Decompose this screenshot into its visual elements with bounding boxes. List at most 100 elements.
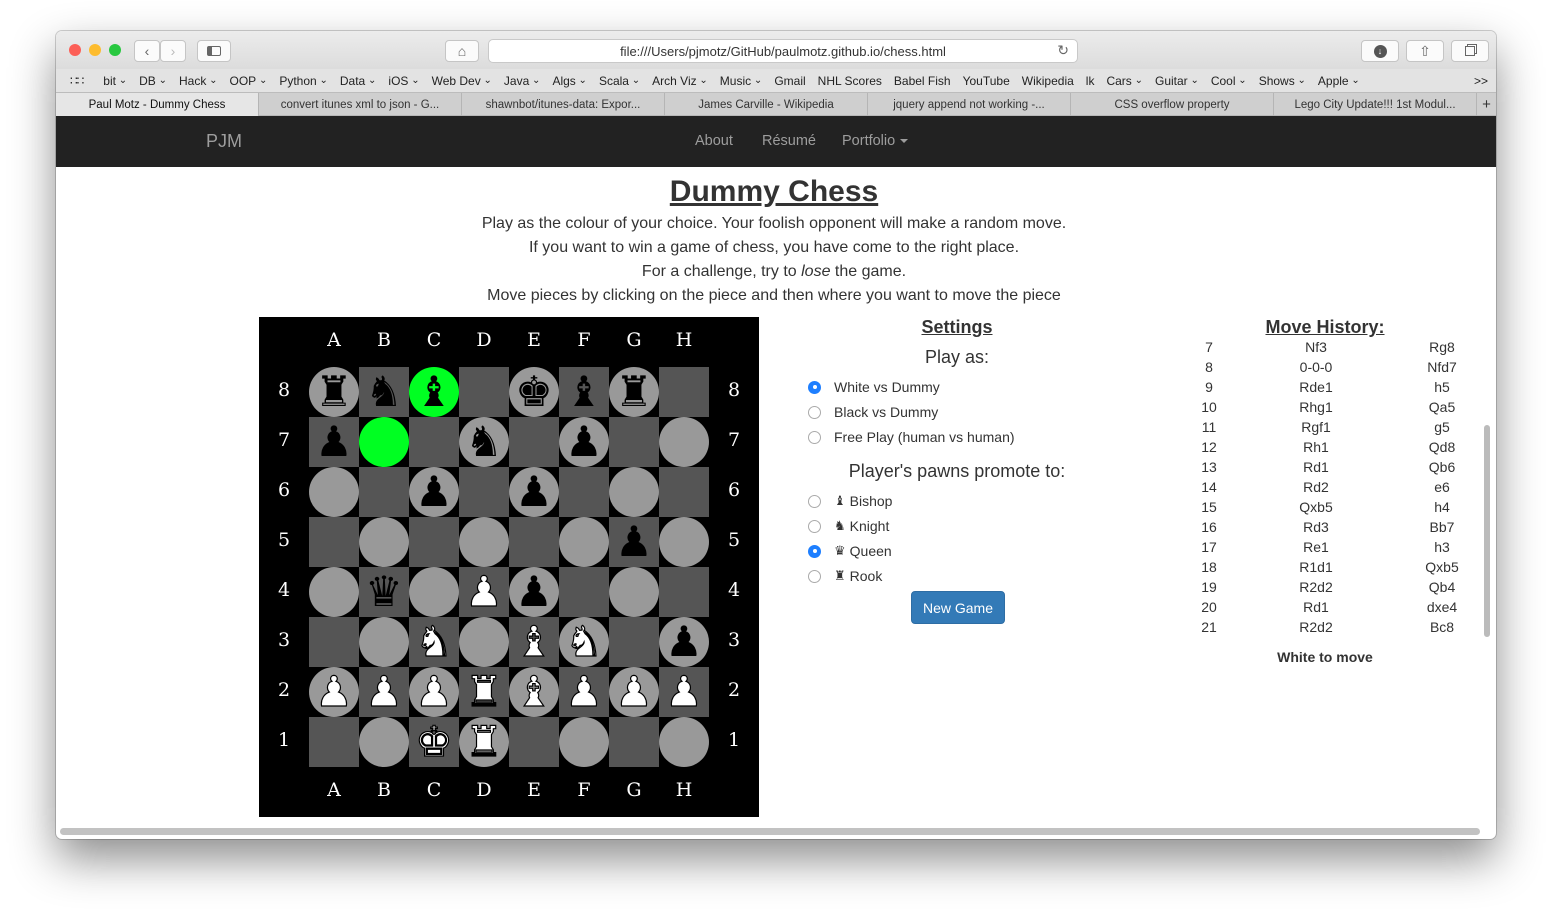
address-bar[interactable]: file:///Users/pjmotz/GitHub/paulmotz.git… (488, 39, 1078, 63)
play-as-option[interactable]: White vs Dummy (808, 379, 940, 395)
square-c6[interactable]: ♟ (409, 467, 459, 517)
square-h5[interactable] (659, 517, 709, 567)
bookmark-item[interactable]: Java (498, 74, 547, 88)
nav-resume[interactable]: Résumé (762, 133, 816, 149)
square-d8[interactable] (459, 367, 509, 417)
white-pawn-icon[interactable]: ♟ (415, 666, 454, 717)
black-bishop-icon[interactable]: ♝ (415, 367, 453, 417)
square-a3[interactable] (309, 617, 359, 667)
bookmark-item[interactable]: Guitar (1149, 74, 1205, 88)
browser-tab[interactable]: Paul Motz - Dummy Chess (56, 93, 259, 116)
black-pawn-icon[interactable]: ♟ (665, 617, 703, 667)
bookmark-item[interactable]: DB (133, 74, 173, 88)
bookmark-item[interactable]: Algs (546, 74, 593, 88)
bookmark-item[interactable]: iOS (382, 74, 425, 88)
browser-tab[interactable]: Lego City Update!!! 1st Modul... (1274, 93, 1477, 116)
square-c7[interactable] (409, 417, 459, 467)
zoom-window-button[interactable] (109, 44, 121, 56)
white-knight-icon[interactable]: ♞ (415, 616, 454, 667)
bookmark-item[interactable]: Web Dev (426, 74, 498, 88)
minimize-window-button[interactable] (89, 44, 101, 56)
square-h3[interactable]: ♟ (659, 617, 709, 667)
square-b5[interactable] (359, 517, 409, 567)
square-c3[interactable]: ♞ (409, 616, 459, 667)
square-e7[interactable] (509, 417, 559, 467)
square-g1[interactable] (609, 717, 659, 767)
radio-button[interactable] (808, 494, 821, 508)
promote-option[interactable]: ♞ Knight (808, 518, 889, 534)
square-e8[interactable]: ♚ (509, 367, 559, 417)
radio-button[interactable] (808, 430, 821, 444)
reload-icon[interactable]: ↻ (1057, 42, 1069, 59)
bookmark-item[interactable]: bit (97, 74, 133, 88)
black-pawn-icon[interactable]: ♟ (615, 517, 653, 567)
bookmark-item[interactable]: Apple (1312, 74, 1366, 88)
square-f3[interactable]: ♞ (559, 616, 609, 667)
browser-tab[interactable]: shawnbot/itunes-data: Expor... (462, 93, 665, 116)
black-rook-icon[interactable]: ♜ (315, 367, 353, 417)
square-e3[interactable]: ♝ (509, 616, 559, 667)
square-c1[interactable]: ♚ (409, 716, 459, 767)
bookmark-item[interactable]: Babel Fish (888, 74, 957, 88)
white-bishop-icon[interactable]: ♝ (515, 666, 554, 717)
play-as-option[interactable]: Black vs Dummy (808, 404, 938, 420)
white-pawn-icon[interactable]: ♟ (665, 666, 704, 717)
square-f4[interactable] (559, 567, 609, 617)
square-a7[interactable]: ♟ (309, 417, 359, 467)
square-b1[interactable] (359, 717, 409, 767)
white-pawn-icon[interactable]: ♟ (565, 666, 604, 717)
square-d2[interactable]: ♜ (459, 666, 509, 717)
new-game-button[interactable]: New Game (911, 591, 1005, 624)
bookmark-item[interactable]: Shows (1253, 74, 1312, 88)
bookmarks-more-button[interactable]: >> (1474, 74, 1488, 88)
bookmark-item[interactable]: Music (714, 74, 769, 88)
square-d1[interactable]: ♜ (459, 716, 509, 767)
square-d6[interactable] (459, 467, 509, 517)
square-e5[interactable] (509, 517, 559, 567)
square-a6[interactable] (309, 467, 359, 517)
square-a8[interactable]: ♜ (309, 367, 359, 417)
move-history-scrollbar[interactable] (1484, 425, 1490, 637)
square-h6[interactable] (659, 467, 709, 517)
downloads-button[interactable]: ↓ (1361, 40, 1399, 62)
bookmark-item[interactable]: OOP (224, 74, 274, 88)
square-c2[interactable]: ♟ (409, 666, 459, 717)
bookmark-item[interactable]: Cars (1100, 74, 1149, 88)
bookmark-item[interactable]: Gmail (768, 74, 811, 88)
bookmark-item[interactable]: Scala (593, 74, 646, 88)
new-tab-button[interactable]: + (1477, 93, 1496, 116)
square-e1[interactable] (509, 717, 559, 767)
play-as-option[interactable]: Free Play (human vs human) (808, 429, 1015, 445)
radio-button[interactable] (808, 544, 821, 558)
horizontal-scrollbar[interactable] (60, 828, 1480, 835)
square-h1[interactable] (659, 717, 709, 767)
bookmark-item[interactable]: Arch Viz (646, 74, 714, 88)
forward-button[interactable]: › (160, 40, 186, 62)
white-knight-icon[interactable]: ♞ (565, 616, 604, 667)
close-window-button[interactable] (69, 44, 81, 56)
white-pawn-icon[interactable]: ♟ (365, 666, 404, 717)
share-button[interactable]: ⇧ (1406, 40, 1444, 62)
square-e2[interactable]: ♝ (509, 666, 559, 717)
black-pawn-icon[interactable]: ♟ (515, 467, 553, 517)
bookmark-item[interactable]: Hack (173, 74, 224, 88)
tabs-overview-button[interactable] (1451, 40, 1489, 62)
promote-option[interactable]: ♛ Queen (808, 543, 892, 559)
black-pawn-icon[interactable]: ♟ (315, 417, 353, 467)
square-h4[interactable] (659, 567, 709, 617)
browser-tab[interactable]: jquery append not working -... (868, 93, 1071, 116)
bookmark-item[interactable]: Data (334, 74, 383, 88)
square-g7[interactable] (609, 417, 659, 467)
square-d7[interactable]: ♞ (459, 417, 509, 467)
nav-about[interactable]: About (695, 133, 733, 149)
square-g6[interactable] (609, 467, 659, 517)
bookmark-item[interactable]: YouTube (957, 74, 1016, 88)
square-b6[interactable] (359, 467, 409, 517)
square-a4[interactable] (309, 567, 359, 617)
square-a5[interactable] (309, 517, 359, 567)
white-rook-icon[interactable]: ♜ (465, 716, 504, 767)
square-c4[interactable] (409, 567, 459, 617)
home-button[interactable]: ⌂ (445, 40, 479, 62)
black-pawn-icon[interactable]: ♟ (415, 467, 453, 517)
square-g5[interactable]: ♟ (609, 517, 659, 567)
